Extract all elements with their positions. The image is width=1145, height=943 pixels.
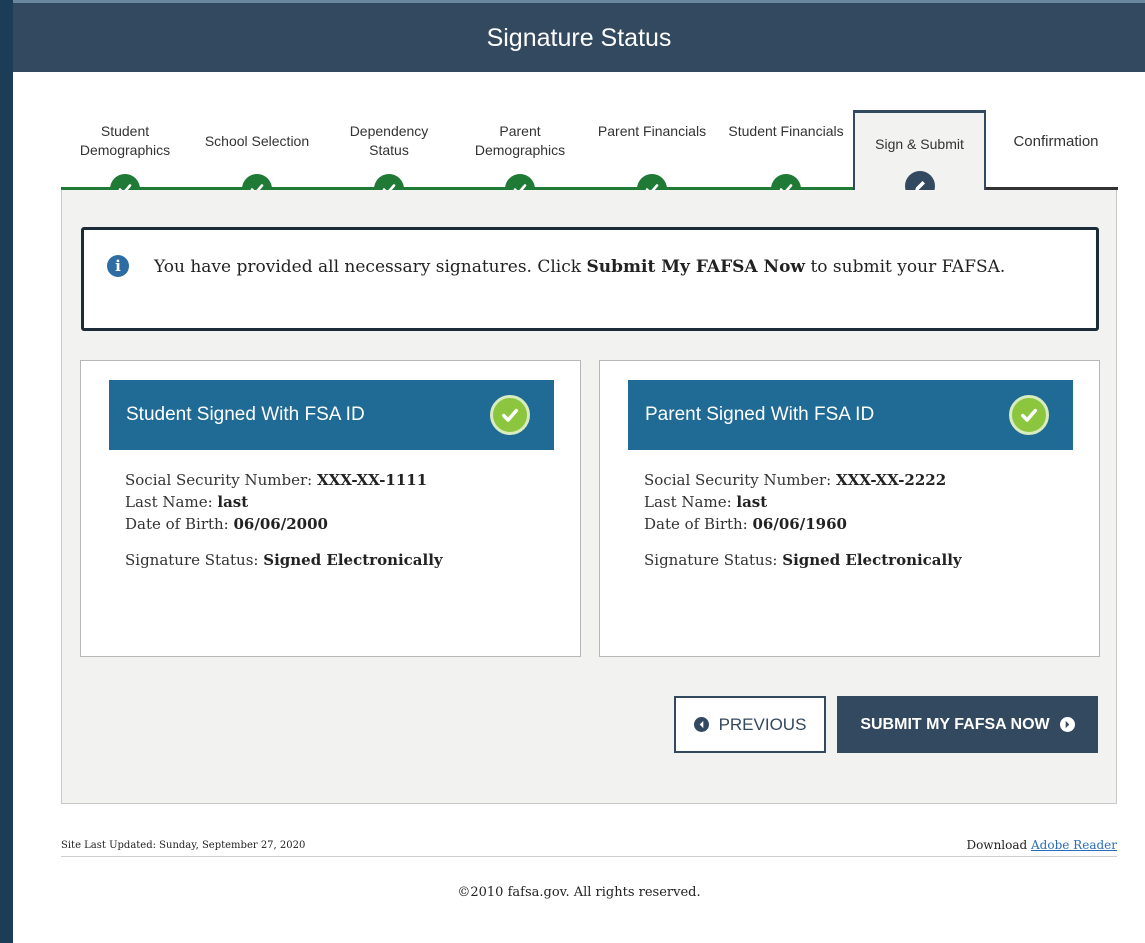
- adobe-reader-link[interactable]: Adobe Reader: [1031, 838, 1117, 852]
- dob-label: Date of Birth:: [125, 515, 234, 533]
- ssn-value: XXX-XX-1111: [316, 471, 428, 489]
- ssn-row: Social Security Number: XXX-XX-2222: [644, 469, 1084, 491]
- card-title: Student Signed With FSA ID: [126, 404, 365, 425]
- step-student-financials[interactable]: Student Financials: [726, 122, 846, 141]
- submit-fafsa-button[interactable]: SUBMIT MY FAFSA NOW: [837, 696, 1098, 753]
- info-icon: i: [107, 255, 129, 277]
- signature-status-row: Signature Status: Signed Electronically: [644, 549, 1084, 571]
- dob-row: Date of Birth: 06/06/2000: [125, 513, 565, 535]
- arrow-left-circle-icon: [693, 717, 709, 732]
- status-value: Signed Electronically: [782, 551, 962, 569]
- student-signature-card: Student Signed With FSA ID Social Securi…: [80, 360, 581, 657]
- step-parent-demographics[interactable]: Parent Demographics: [460, 122, 580, 160]
- step-sign-submit-label: Sign & Submit: [875, 136, 964, 152]
- main-panel: i You have provided all necessary signat…: [61, 190, 1117, 804]
- check-badge-icon: [1009, 395, 1049, 435]
- status-value: Signed Electronically: [263, 551, 443, 569]
- arrow-right-circle-icon: [1059, 717, 1075, 732]
- step-confirmation[interactable]: Confirmation: [991, 133, 1121, 150]
- previous-button[interactable]: PREVIOUS: [674, 696, 826, 753]
- last-name-row: Last Name: last: [125, 491, 565, 513]
- card-details: Social Security Number: XXX-XX-1111 Last…: [125, 469, 565, 571]
- card-header: Student Signed With FSA ID: [109, 380, 554, 450]
- last-name-value: last: [736, 493, 768, 511]
- ssn-label: Social Security Number:: [644, 471, 836, 489]
- last-name-label: Last Name:: [644, 493, 737, 511]
- last-name-row: Last Name: last: [644, 491, 1084, 513]
- submit-button-label: SUBMIT MY FAFSA NOW: [860, 715, 1050, 733]
- dob-label: Date of Birth:: [644, 515, 753, 533]
- status-label: Signature Status:: [644, 551, 783, 569]
- alert-text-end: to submit your FAFSA.: [805, 257, 1006, 277]
- download-text: Download: [966, 838, 1032, 852]
- step-sign-submit[interactable]: Sign & Submit: [853, 110, 986, 201]
- download-notice: Download Adobe Reader: [966, 838, 1117, 852]
- info-alert: i You have provided all necessary signat…: [81, 227, 1099, 331]
- parent-signature-card: Parent Signed With FSA ID Social Securit…: [599, 360, 1100, 657]
- step-dependency-status[interactable]: Dependency Status: [329, 122, 449, 160]
- step-student-demographics[interactable]: Student Demographics: [65, 122, 185, 160]
- card-details: Social Security Number: XXX-XX-2222 Last…: [644, 469, 1084, 571]
- last-name-value: last: [217, 493, 249, 511]
- footer-divider: [61, 856, 1117, 857]
- page-frame: Signature Status Student Demographics Sc…: [13, 0, 1145, 943]
- card-header: Parent Signed With FSA ID: [628, 380, 1073, 450]
- previous-button-label: PREVIOUS: [718, 714, 807, 734]
- alert-text-bold: Submit My FAFSA Now: [586, 257, 806, 277]
- dob-value: 06/06/2000: [233, 515, 328, 533]
- last-name-label: Last Name:: [125, 493, 218, 511]
- site-last-updated: Site Last Updated: Sunday, September 27,…: [61, 840, 306, 851]
- ssn-value: XXX-XX-2222: [835, 471, 947, 489]
- step-parent-financials[interactable]: Parent Financials: [592, 122, 712, 141]
- ssn-label: Social Security Number:: [125, 471, 317, 489]
- alert-message: You have provided all necessary signatur…: [154, 254, 1054, 281]
- ssn-row: Social Security Number: XXX-XX-1111: [125, 469, 565, 491]
- step-school-selection[interactable]: School Selection: [197, 132, 317, 151]
- card-title: Parent Signed With FSA ID: [645, 404, 875, 425]
- page-title: Signature Status: [486, 24, 672, 52]
- dob-value: 06/06/1960: [752, 515, 847, 533]
- check-badge-icon: [490, 395, 530, 435]
- alert-text-start: You have provided all necessary signatur…: [154, 257, 587, 277]
- status-label: Signature Status:: [125, 551, 264, 569]
- copyright: ©2010 fafsa.gov. All rights reserved.: [457, 885, 701, 900]
- dob-row: Date of Birth: 06/06/1960: [644, 513, 1084, 535]
- page-header: Signature Status: [13, 0, 1145, 72]
- signature-status-row: Signature Status: Signed Electronically: [125, 549, 565, 571]
